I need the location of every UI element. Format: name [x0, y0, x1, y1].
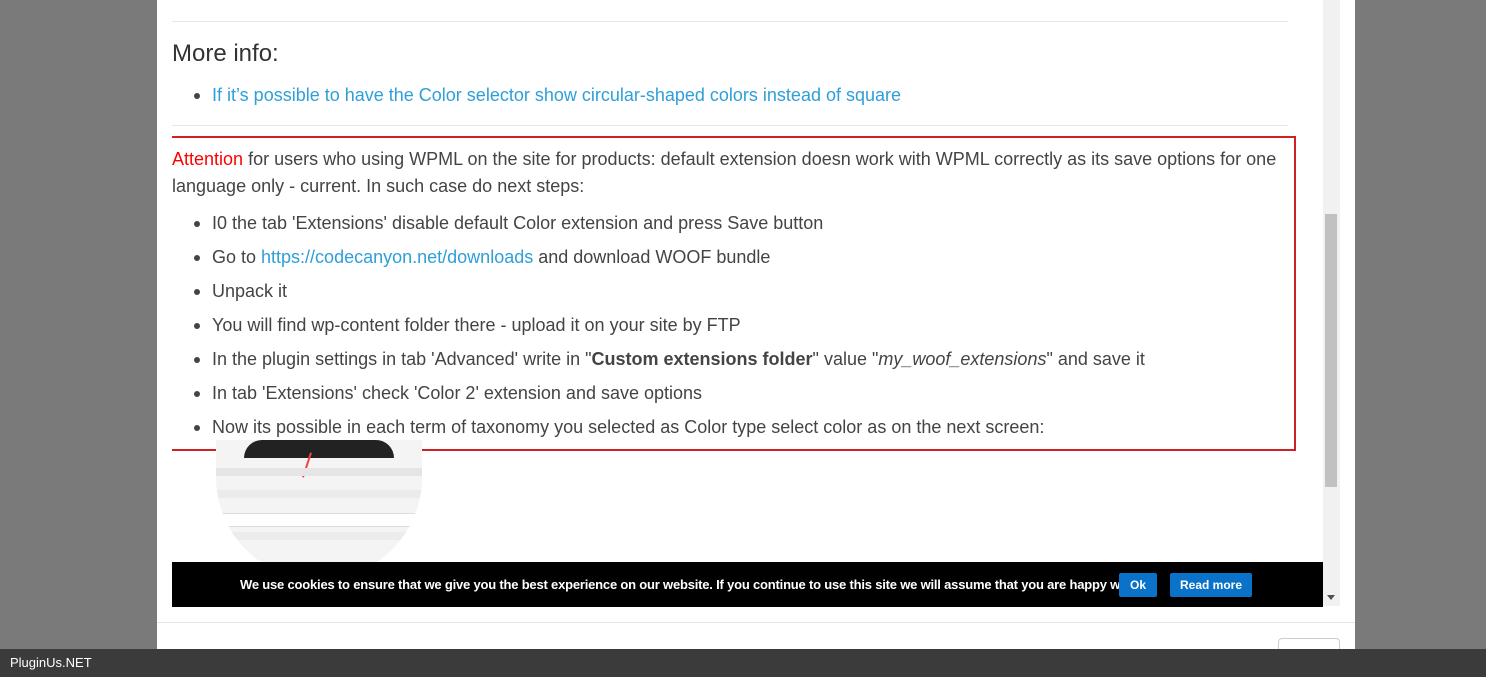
step-item: In tab 'Extensions' check 'Color 2' exte… — [192, 376, 1145, 410]
status-bar: PluginUs.NET — [0, 649, 1486, 677]
divider-middle — [172, 125, 1288, 126]
attention-label: Attention — [172, 149, 244, 169]
attention-paragraph: Attention for users who using WPML on th… — [172, 146, 1287, 200]
step-5-prefix: In the plugin settings in tab 'Advanced'… — [212, 349, 592, 369]
step-item: Unpack it — [192, 274, 1145, 308]
codecanyon-downloads-link[interactable]: https://codecanyon.net/downloads — [261, 247, 533, 267]
step-4-text: You will find wp-content folder there - … — [212, 315, 741, 335]
step-item: In the plugin settings in tab 'Advanced'… — [192, 342, 1145, 376]
thumbnail-row — [216, 532, 422, 540]
step-item: Go to https://codecanyon.net/downloads a… — [192, 240, 1145, 274]
cookie-notice-bar: We use cookies to ensure that we give yo… — [172, 562, 1323, 607]
step-3-text: Unpack it — [212, 281, 288, 301]
screenshot-thumbnail[interactable] — [216, 440, 422, 580]
scroll-down-arrow-icon[interactable] — [1327, 595, 1335, 600]
step-item: I0 the tab 'Extensions' disable default … — [192, 206, 1145, 240]
site-name-label: PluginUs.NET — [10, 655, 92, 670]
thumbnail-row — [216, 490, 422, 498]
divider-top — [172, 21, 1288, 22]
modal-footer-divider — [157, 622, 1355, 623]
step-5-middle: " value " — [812, 349, 879, 369]
scrollbar-thumb[interactable] — [1325, 214, 1337, 487]
more-info-link[interactable]: If it’s possible to have the Color selec… — [212, 85, 901, 105]
thumbnail-select — [218, 534, 234, 542]
step-6-text: In tab 'Extensions' check 'Color 2' exte… — [212, 383, 703, 403]
more-info-heading: More info: — [172, 40, 279, 67]
thumbnail-row — [216, 468, 422, 476]
thumbnail-header — [244, 440, 394, 458]
more-info-list: If it’s possible to have the Color selec… — [192, 78, 901, 112]
list-item: If it’s possible to have the Color selec… — [192, 78, 901, 112]
step-5-bold: Custom extensions folder — [591, 349, 813, 369]
modal-dialog: More info: If it’s possible to have the … — [157, 0, 1355, 649]
attention-text: for users who using WPML on the site for… — [172, 149, 1277, 196]
cookie-notice-text: We use cookies to ensure that we give yo… — [240, 577, 1150, 592]
thumbnail-input — [216, 513, 418, 527]
step-2-prefix: Go to — [212, 247, 262, 267]
step-item: Now its possible in each term of taxonom… — [192, 410, 1145, 444]
step-5-suffix: " and save it — [1046, 349, 1145, 369]
scrollbar[interactable] — [1323, 0, 1340, 606]
step-2-suffix: and download WOOF bundle — [533, 247, 771, 267]
steps-list: I0 the tab 'Extensions' disable default … — [192, 206, 1145, 444]
cookie-read-more-button[interactable]: Read more — [1170, 573, 1252, 597]
cookie-ok-button[interactable]: Ok — [1119, 573, 1157, 597]
modal-content: More info: If it’s possible to have the … — [172, 0, 1322, 620]
modal-footer-button[interactable] — [1278, 638, 1340, 649]
step-1-text: I0 the tab 'Extensions' disable default … — [212, 213, 824, 233]
step-item: You will find wp-content folder there - … — [192, 308, 1145, 342]
step-5-italic: my_woof_extensions — [878, 349, 1047, 369]
step-7-text: Now its possible in each term of taxonom… — [212, 417, 1045, 437]
